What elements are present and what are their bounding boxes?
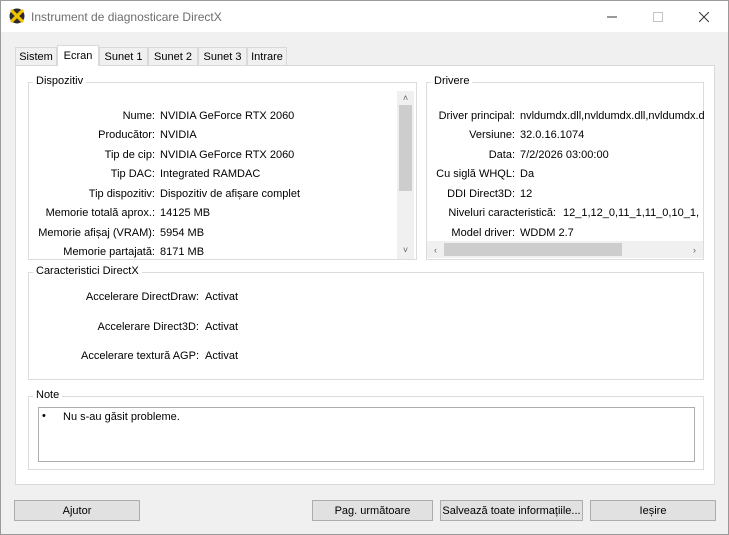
feature-label: Accelerare Direct3D: [97,321,199,333]
maximize-icon [653,11,663,22]
tab-sunet-2[interactable]: Sunet 2 [148,47,198,65]
next-page-button[interactable]: Pag. următoare [312,500,433,521]
driver-label: Model driver: [451,227,515,239]
scroll-down-arrow-icon[interactable]: ˅ [397,243,414,257]
directx-icon [9,8,25,24]
device-label: Memorie totală aprox.: [45,207,155,219]
device-row: Tip dispozitiv: Dispozitiv de afișare co… [28,186,398,202]
device-group-title: Dispozitiv [33,75,87,87]
scroll-left-arrow-icon[interactable]: ‹ [427,243,444,257]
device-row: Memorie totală aprox.: 14125 MB [28,205,398,221]
feature-label: Accelerare DirectDraw: [85,291,199,303]
device-value: Integrated RAMDAC [160,168,261,180]
driver-value: Da [520,168,535,180]
device-label: Tip dispozitiv: [88,188,155,200]
device-row: Tip DAC: Integrated RAMDAC [28,166,398,182]
close-button[interactable] [681,1,727,32]
driver-row: Niveluri caracteristică: 12_1,12_0,11_1,… [428,205,704,221]
device-value: 5954 MB [160,227,205,239]
feature-value: Activat [205,321,239,333]
feature-value: Activat [205,291,239,303]
maximize-button[interactable] [635,1,681,32]
help-button[interactable]: Ajutor [14,500,140,521]
note-bullet: • [42,410,46,422]
driver-value: nvldumdx.dll,nvldumdx.dll,nvldumdx.d [520,110,704,122]
device-value: NVIDIA GeForce RTX 2060 [160,110,295,122]
driver-label: Data: [488,149,515,161]
driver-label: Niveluri caracteristică: [448,207,556,219]
device-row: Memorie afișaj (VRAM): 5954 MB [28,225,398,241]
driver-label: DDI Direct3D: [447,188,515,200]
minimize-icon [607,16,617,17]
device-value: 14125 MB [160,207,211,219]
device-label: Memorie afișaj (VRAM): [38,227,155,239]
device-label: Tip DAC: [110,168,155,180]
driver-label: Versiune: [469,129,515,141]
tab-intrare[interactable]: Intrare [247,47,287,65]
driver-row: Data: 7/2/2026 03:00:00 [428,147,704,163]
tab-ecran[interactable]: Ecran [57,45,99,66]
driver-row: DDI Direct3D: 12 [428,186,704,202]
feature-row: Accelerare DirectDraw: Activat [28,289,328,305]
feature-row: Accelerare Direct3D: Activat [28,319,328,335]
feature-value: Activat [205,350,239,362]
device-row: Tip de cip: NVIDIA GeForce RTX 2060 [28,147,398,163]
device-vertical-scrollbar[interactable]: ˄ ˅ [397,91,414,259]
title-bar: Instrument de diagnosticare DirectX [1,1,728,32]
driver-value: WDDM 2.7 [520,227,574,239]
driver-value: 12_1,12_0,11_1,11_0,10_1, [563,207,700,219]
window-title: Instrument de diagnosticare DirectX [31,10,222,24]
driver-row: Cu siglă WHQL: Da [428,166,704,182]
scrollbar-thumb[interactable] [444,243,622,256]
scroll-right-arrow-icon[interactable]: › [686,243,703,257]
device-value: Dispozitiv de afișare complet [160,188,301,200]
device-row: Producător: NVIDIA [28,127,398,143]
driver-label: Driver principal: [438,110,515,122]
exit-button[interactable]: Ieșire [590,500,716,521]
scroll-up-arrow-icon[interactable]: ˄ [397,91,414,105]
driver-label: Cu siglă WHQL: [436,168,515,180]
driver-value: 7/2/2026 03:00:00 [520,149,609,161]
device-row: Memorie partajată: 8171 MB [28,244,398,258]
feature-label: Accelerare textură AGP: [81,350,199,362]
tab-sistem[interactable]: Sistem [15,47,57,65]
minimize-button[interactable] [589,1,635,32]
driver-row: Versiune: 32.0.16.1074 [428,127,704,143]
drivers-horizontal-scrollbar[interactable]: ‹ › [427,241,703,258]
device-value: 8171 MB [160,246,205,258]
driver-row: Model driver: WDDM 2.7 [428,225,704,241]
features-group-title: Caracteristici DirectX [33,265,142,277]
drivers-group-title: Drivere [431,75,473,87]
device-value: NVIDIA GeForce RTX 2060 [160,149,295,161]
save-all-info-button[interactable]: Salvează toate informațiile... [440,500,583,521]
driver-value: 12 [520,188,533,200]
device-value: NVIDIA [160,129,197,141]
dxdiag-window: Instrument de diagnosticare DirectX Sist… [0,0,729,535]
scrollbar-thumb[interactable] [399,105,412,191]
notes-group-title: Note [33,389,63,401]
note-text: Nu s-au găsit probleme. [63,411,180,423]
device-label: Nume: [122,110,155,122]
tab-sunet-3[interactable]: Sunet 3 [198,47,247,65]
device-label: Producător: [98,129,155,141]
driver-value: 32.0.16.1074 [520,129,585,141]
driver-row: Driver principal: nvldumdx.dll,nvldumdx.… [428,108,704,124]
device-label: Memorie partajată: [63,246,155,258]
tab-sunet-1[interactable]: Sunet 1 [99,47,148,65]
close-icon [699,11,709,22]
device-label: Tip de cip: [104,149,155,161]
feature-row: Accelerare textură AGP: Activat [28,348,328,364]
device-row: Nume: NVIDIA GeForce RTX 2060 [28,108,398,124]
notes-textbox[interactable]: • Nu s-au găsit probleme. [38,407,695,462]
